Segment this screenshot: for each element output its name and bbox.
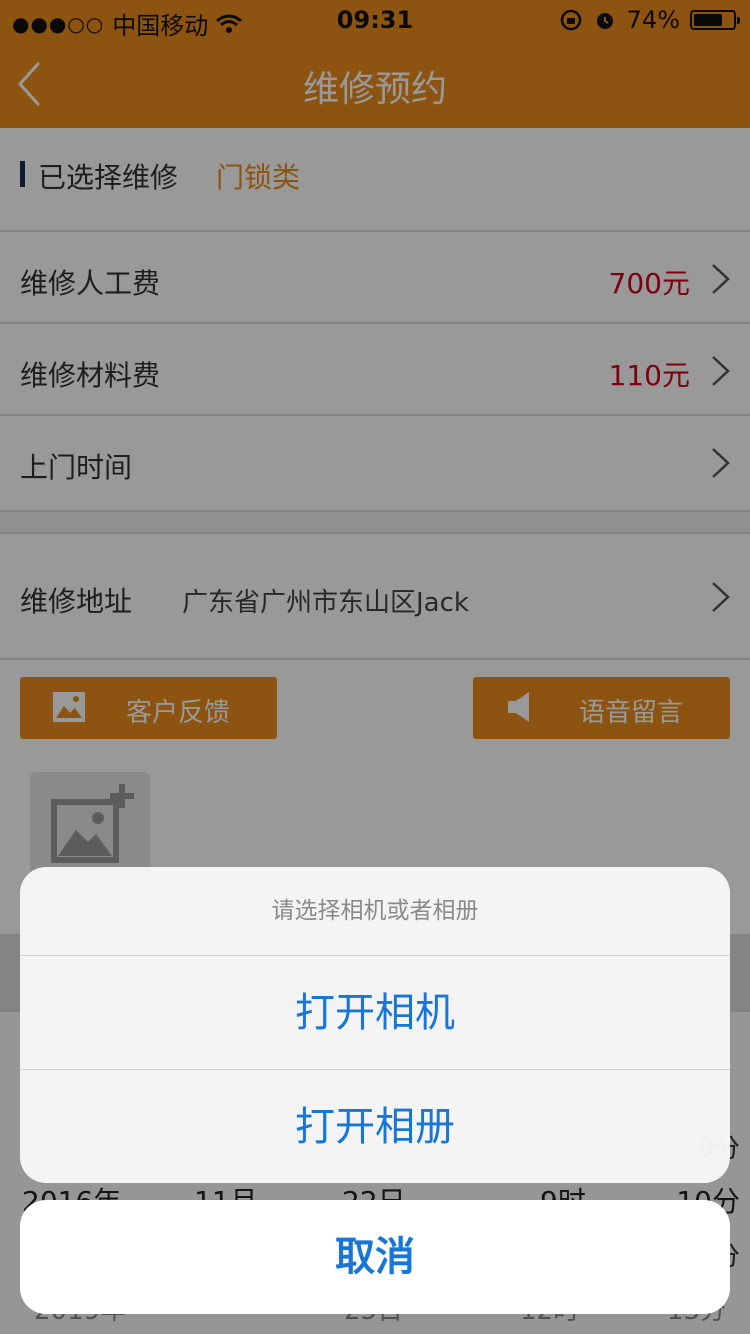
cancel-button[interactable]: 取消: [20, 1200, 730, 1314]
action-sheet-title: 请选择相机或者相册: [271, 898, 479, 924]
open-album-button[interactable]: 打开相册: [20, 1069, 730, 1183]
action-sheet: 请选择相机或者相册 打开相机 打开相册: [20, 867, 730, 1183]
open-camera-button[interactable]: 打开相机: [20, 955, 730, 1069]
